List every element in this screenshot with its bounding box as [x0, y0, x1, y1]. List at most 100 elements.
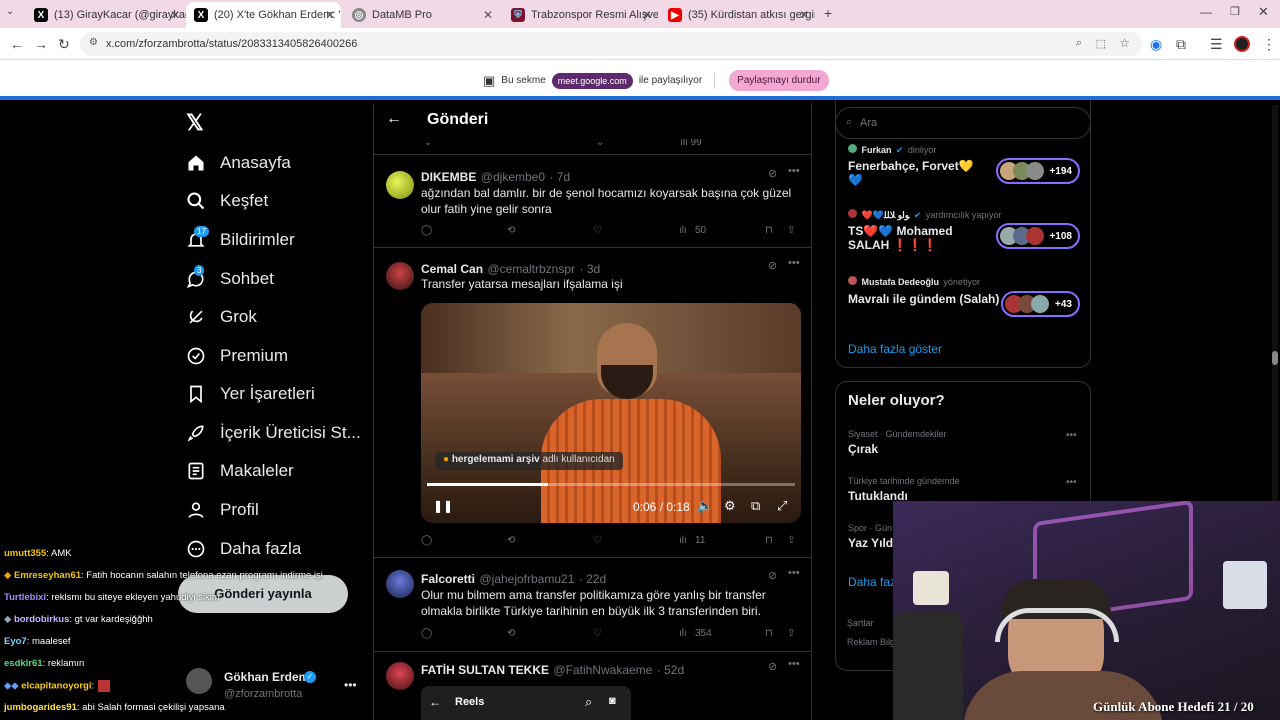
bookmark-icon[interactable]: ⊓	[765, 535, 773, 546]
footer-link[interactable]: Reklam Bilgi	[847, 637, 897, 647]
grok-icon[interactable]: ⊘	[768, 259, 777, 272]
search-icon[interactable]: ⌕	[585, 694, 592, 710]
reply-icon[interactable]: ◯	[421, 225, 432, 236]
space-title[interactable]: TS❤️💙 Mohamed SALAH ❗❗❗	[848, 224, 988, 252]
bookmark-icon[interactable]: ⊓	[765, 225, 773, 236]
user-avatar[interactable]	[386, 570, 414, 598]
minimize-icon[interactable]: —	[1200, 5, 1212, 19]
nav-premium[interactable]: Premium	[186, 341, 288, 371]
video-progress-track[interactable]	[427, 483, 795, 486]
picture-in-picture-icon[interactable]: ⧉	[751, 498, 760, 514]
post-item[interactable]: Cemal Can @cemaltrbznspr · 3d ⊘ ••• Tran…	[374, 248, 811, 558]
browser-tab-4[interactable]: ⛨ Trabzonspor Resmi Alışveriş Site ✕	[503, 2, 658, 28]
video-player[interactable]: ● hergelemami arşiv adlı kullanıcıdan ❚❚…	[421, 303, 801, 523]
grok-icon[interactable]: ⊘	[768, 660, 777, 673]
close-tab-icon[interactable]: ✕	[325, 8, 335, 22]
grok-icon[interactable]: ⊘	[768, 569, 777, 582]
trends-show-more-link[interactable]: Daha faz	[848, 575, 896, 589]
menu-icon[interactable]: ⋮	[1262, 36, 1276, 53]
user-avatar[interactable]	[386, 262, 414, 290]
browser-tab-5[interactable]: ▶ (35) Kürdistan atkısı gerginliği ✕	[660, 2, 815, 28]
user-avatar[interactable]	[386, 662, 414, 690]
like-icon[interactable]: ♡	[593, 628, 602, 639]
reload-icon[interactable]: ↻	[58, 36, 70, 53]
nav-home[interactable]: Anasayfa	[186, 148, 291, 178]
reels-bar[interactable]: ← Reels ⌕ ◙	[421, 686, 631, 720]
trend-more-icon[interactable]: •••	[1066, 477, 1077, 488]
grok-icon[interactable]: ⊘	[768, 167, 777, 180]
post-author[interactable]: Cemal Can	[421, 262, 483, 276]
browser-tab-1[interactable]: X (13) GirayKacar (@giraykacar) / ✕	[26, 2, 186, 28]
back-arrow-icon[interactable]: ←	[386, 110, 402, 128]
settings-icon[interactable]: ⚙	[724, 498, 736, 514]
nav-notifications[interactable]: 17 Bildirimler	[186, 225, 295, 255]
nav-articles[interactable]: Makaleler	[186, 456, 294, 486]
share-icon[interactable]: ⇧	[787, 628, 795, 639]
site-info-icon[interactable]: ⚙	[89, 37, 98, 48]
close-window-icon[interactable]: ✕	[1258, 4, 1269, 20]
pause-icon[interactable]: ❚❚	[433, 499, 453, 513]
profile-avatar[interactable]	[1234, 36, 1250, 52]
browser-tab-3[interactable]: ◎ DataMB Pro ✕	[344, 2, 499, 28]
new-tab-button[interactable]: +	[824, 5, 832, 21]
nav-more[interactable]: Daha fazla	[186, 534, 301, 564]
fullscreen-icon[interactable]: ⤢	[777, 498, 787, 514]
tab-search-icon[interactable]: ⌄	[6, 6, 14, 17]
nav-profile[interactable]: Profil	[186, 495, 259, 525]
restore-icon[interactable]: ❐	[1230, 5, 1240, 18]
trend-item[interactable]: Siyaset · Gündemdekiler Çırak	[848, 429, 947, 456]
views-icon[interactable]: ılı	[679, 225, 687, 236]
post-more-icon[interactable]: •••	[788, 165, 800, 177]
space-title[interactable]: Fenerbahçe, Forvet💛💙	[848, 159, 988, 187]
nav-explore[interactable]: Keşfet	[186, 186, 268, 216]
account-more-icon[interactable]: •••	[344, 678, 357, 692]
user-avatar[interactable]	[386, 171, 414, 199]
nav-grok[interactable]: Grok	[186, 302, 257, 332]
nav-chat[interactable]: 3 Sohbet	[186, 264, 274, 294]
post-more-icon[interactable]: •••	[788, 257, 800, 269]
reading-list-icon[interactable]: ☰	[1210, 36, 1223, 53]
close-tab-icon[interactable]: ✕	[642, 8, 652, 22]
bookmark-icon[interactable]: ⊓	[765, 628, 773, 639]
trend-more-icon[interactable]: •••	[1066, 430, 1077, 441]
post-more-icon[interactable]: •••	[788, 658, 800, 670]
repost-icon[interactable]: ⟲	[507, 225, 515, 236]
share-icon[interactable]: ⇧	[787, 225, 795, 236]
browser-tab-2[interactable]: X (20) X'te Gökhan Erdem: "Tr ✕	[186, 2, 341, 28]
camera-icon[interactable]: ◙	[609, 695, 616, 707]
post-author[interactable]: FATİH SULTAN TEKKE	[421, 663, 549, 677]
stop-sharing-button[interactable]: Paylaşmayı durdur	[729, 70, 829, 91]
close-tab-icon[interactable]: ✕	[170, 8, 180, 22]
star-icon[interactable]: ☆	[1119, 36, 1130, 50]
trend-item[interactable]: Spor · Gün Yaz Yıldı	[848, 523, 896, 550]
share-icon[interactable]: ⇧	[787, 535, 795, 546]
repost-icon[interactable]: ⟲	[507, 535, 515, 546]
scrollbar-thumb[interactable]	[1272, 351, 1278, 365]
back-icon[interactable]: ←	[10, 36, 24, 52]
account-avatar[interactable]	[186, 668, 212, 694]
x-logo-icon[interactable]: 𝕏	[186, 110, 204, 136]
space-listeners[interactable]: +108	[996, 223, 1080, 249]
back-arrow-icon[interactable]: ←	[429, 695, 441, 709]
space-title[interactable]: Mavralı ile gündem (Salah)	[848, 292, 999, 306]
reply-icon[interactable]: ◯	[421, 535, 432, 546]
volume-icon[interactable]: 🔈	[697, 498, 713, 514]
post-item[interactable]: FATİH SULTAN TEKKE @FatihNwakaeme · 52d …	[374, 652, 811, 720]
like-icon[interactable]: ♡	[593, 225, 602, 236]
show-more-link[interactable]: Daha fazla göster	[848, 342, 942, 356]
install-icon[interactable]: ⬚	[1096, 37, 1106, 50]
extension-icon[interactable]: ◉	[1150, 36, 1162, 53]
extensions-puzzle-icon[interactable]: ⧉	[1176, 36, 1186, 53]
space-listeners[interactable]: +194	[996, 158, 1080, 184]
post-author[interactable]: DIKEMBE	[421, 170, 476, 184]
repost-icon[interactable]: ⟲	[507, 628, 515, 639]
trend-item[interactable]: Türkiye tarihinde gündemde Tutuklandı	[848, 476, 960, 503]
reply-icon[interactable]: ◯	[421, 628, 432, 639]
post-item[interactable]: Falcoretti @jahejofrbamu21 · 22d ⊘ ••• O…	[374, 558, 811, 652]
video-credit[interactable]: ● hergelemami arşiv adlı kullanıcıdan	[435, 452, 623, 470]
nav-creator-studio[interactable]: İçerik Üreticisi St...	[186, 418, 361, 448]
post-item[interactable]: DIKEMBE @djkembe0 · 7d ⊘ ••• ağzından ba…	[374, 155, 811, 248]
post-more-icon[interactable]: •••	[788, 567, 800, 579]
close-tab-icon[interactable]: ✕	[483, 8, 493, 22]
space-listeners[interactable]: +43	[1001, 291, 1080, 317]
